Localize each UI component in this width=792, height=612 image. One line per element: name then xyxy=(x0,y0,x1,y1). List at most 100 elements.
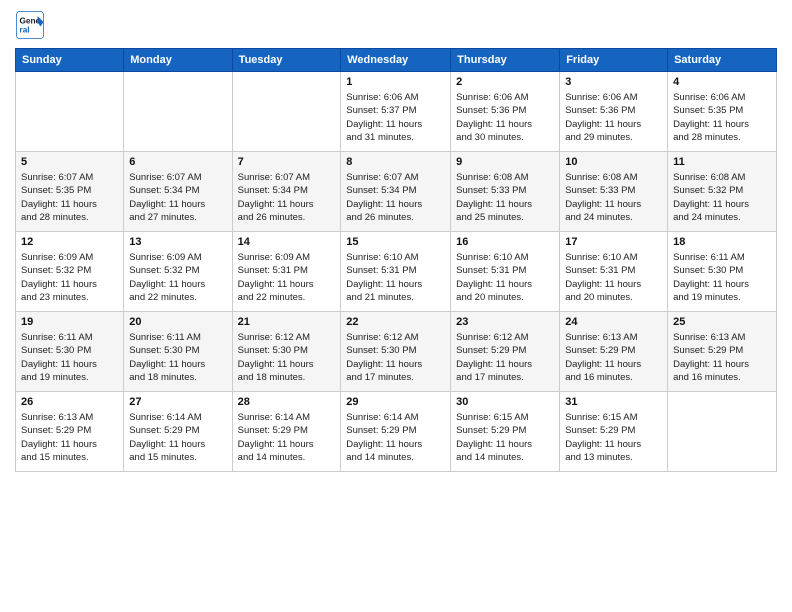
weekday-header-cell: Saturday xyxy=(668,49,777,72)
calendar-week-row: 5 Sunrise: 6:07 AM Sunset: 5:35 PM Daylig… xyxy=(16,152,777,232)
day-info: Sunrise: 6:10 AM Sunset: 5:31 PM Dayligh… xyxy=(346,251,445,304)
day-info: Sunrise: 6:06 AM Sunset: 5:36 PM Dayligh… xyxy=(456,91,554,144)
day-info: Sunrise: 6:10 AM Sunset: 5:31 PM Dayligh… xyxy=(456,251,554,304)
day-info: Sunrise: 6:09 AM Sunset: 5:32 PM Dayligh… xyxy=(21,251,118,304)
day-number: 21 xyxy=(238,316,336,328)
calendar-cell: 8 Sunrise: 6:07 AM Sunset: 5:34 PM Daylig… xyxy=(341,152,451,232)
calendar-cell: 2Sunrise: 6:06 AM Sunset: 5:36 PM Daylig… xyxy=(451,72,560,152)
header: Gene ral xyxy=(15,10,777,40)
day-info: Sunrise: 6:11 AM Sunset: 5:30 PM Dayligh… xyxy=(673,251,771,304)
day-number: 4 xyxy=(673,76,771,88)
day-info: Sunrise: 6:07 AM Sunset: 5:35 PM Dayligh… xyxy=(21,171,118,224)
calendar-cell: 12 Sunrise: 6:09 AM Sunset: 5:32 PM Dayli… xyxy=(16,232,124,312)
day-number: 18 xyxy=(673,236,771,248)
calendar-cell: 16 Sunrise: 6:10 AM Sunset: 5:31 PM Dayli… xyxy=(451,232,560,312)
calendar-cell: 22 Sunrise: 6:12 AM Sunset: 5:30 PM Dayli… xyxy=(341,312,451,392)
calendar-cell: 18 Sunrise: 6:11 AM Sunset: 5:30 PM Dayli… xyxy=(668,232,777,312)
day-info: Sunrise: 6:09 AM Sunset: 5:31 PM Dayligh… xyxy=(238,251,336,304)
day-info: Sunrise: 6:07 AM Sunset: 5:34 PM Dayligh… xyxy=(346,171,445,224)
day-info: Sunrise: 6:15 AM Sunset: 5:29 PM Dayligh… xyxy=(456,411,554,464)
day-number: 22 xyxy=(346,316,445,328)
weekday-header-cell: Monday xyxy=(124,49,232,72)
calendar-cell: 1Sunrise: 6:06 AM Sunset: 5:37 PM Daylig… xyxy=(341,72,451,152)
day-number: 8 xyxy=(346,156,445,168)
calendar-body: 1Sunrise: 6:06 AM Sunset: 5:37 PM Daylig… xyxy=(16,72,777,472)
day-info: Sunrise: 6:11 AM Sunset: 5:30 PM Dayligh… xyxy=(129,331,226,384)
day-number: 5 xyxy=(21,156,118,168)
weekday-header-cell: Wednesday xyxy=(341,49,451,72)
day-info: Sunrise: 6:13 AM Sunset: 5:29 PM Dayligh… xyxy=(565,331,662,384)
calendar-cell: 17 Sunrise: 6:10 AM Sunset: 5:31 PM Dayli… xyxy=(560,232,668,312)
calendar-cell: 30 Sunrise: 6:15 AM Sunset: 5:29 PM Dayli… xyxy=(451,392,560,472)
day-number: 25 xyxy=(673,316,771,328)
weekday-header-cell: Tuesday xyxy=(232,49,341,72)
svg-text:Gene: Gene xyxy=(20,17,41,26)
logo-icon: Gene ral xyxy=(15,10,45,40)
day-info: Sunrise: 6:08 AM Sunset: 5:33 PM Dayligh… xyxy=(456,171,554,224)
day-number: 11 xyxy=(673,156,771,168)
day-info: Sunrise: 6:14 AM Sunset: 5:29 PM Dayligh… xyxy=(238,411,336,464)
calendar-cell: 14Sunrise: 6:09 AM Sunset: 5:31 PM Dayli… xyxy=(232,232,341,312)
calendar-cell: 20 Sunrise: 6:11 AM Sunset: 5:30 PM Dayli… xyxy=(124,312,232,392)
day-info: Sunrise: 6:06 AM Sunset: 5:37 PM Dayligh… xyxy=(346,91,445,144)
calendar-cell: 10 Sunrise: 6:08 AM Sunset: 5:33 PM Dayli… xyxy=(560,152,668,232)
page-container: Gene ral SundayMondayTuesdayWednesdayThu… xyxy=(0,0,792,482)
day-info: Sunrise: 6:11 AM Sunset: 5:30 PM Dayligh… xyxy=(21,331,118,384)
calendar-cell xyxy=(232,72,341,152)
calendar-cell: 4 Sunrise: 6:06 AM Sunset: 5:35 PM Daylig… xyxy=(668,72,777,152)
day-number: 16 xyxy=(456,236,554,248)
calendar-cell xyxy=(16,72,124,152)
day-number: 27 xyxy=(129,396,226,408)
weekday-header-row: SundayMondayTuesdayWednesdayThursdayFrid… xyxy=(16,49,777,72)
day-info: Sunrise: 6:13 AM Sunset: 5:29 PM Dayligh… xyxy=(673,331,771,384)
calendar-cell: 25 Sunrise: 6:13 AM Sunset: 5:29 PM Dayli… xyxy=(668,312,777,392)
calendar-week-row: 12 Sunrise: 6:09 AM Sunset: 5:32 PM Dayli… xyxy=(16,232,777,312)
day-number: 23 xyxy=(456,316,554,328)
day-number: 13 xyxy=(129,236,226,248)
calendar-cell: 23 Sunrise: 6:12 AM Sunset: 5:29 PM Dayli… xyxy=(451,312,560,392)
day-info: Sunrise: 6:10 AM Sunset: 5:31 PM Dayligh… xyxy=(565,251,662,304)
day-info: Sunrise: 6:08 AM Sunset: 5:33 PM Dayligh… xyxy=(565,171,662,224)
day-number: 17 xyxy=(565,236,662,248)
calendar-cell xyxy=(124,72,232,152)
calendar-cell: 7Sunrise: 6:07 AM Sunset: 5:34 PM Daylig… xyxy=(232,152,341,232)
calendar-cell: 24 Sunrise: 6:13 AM Sunset: 5:29 PM Dayli… xyxy=(560,312,668,392)
calendar-cell: 6Sunrise: 6:07 AM Sunset: 5:34 PM Daylig… xyxy=(124,152,232,232)
calendar-cell: 11 Sunrise: 6:08 AM Sunset: 5:32 PM Dayli… xyxy=(668,152,777,232)
day-info: Sunrise: 6:14 AM Sunset: 5:29 PM Dayligh… xyxy=(346,411,445,464)
calendar-week-row: 19 Sunrise: 6:11 AM Sunset: 5:30 PM Dayli… xyxy=(16,312,777,392)
calendar-cell: 15 Sunrise: 6:10 AM Sunset: 5:31 PM Dayli… xyxy=(341,232,451,312)
day-number: 31 xyxy=(565,396,662,408)
day-number: 30 xyxy=(456,396,554,408)
day-number: 7 xyxy=(238,156,336,168)
day-info: Sunrise: 6:12 AM Sunset: 5:30 PM Dayligh… xyxy=(238,331,336,384)
day-info: Sunrise: 6:12 AM Sunset: 5:29 PM Dayligh… xyxy=(456,331,554,384)
calendar-cell: 13 Sunrise: 6:09 AM Sunset: 5:32 PM Dayli… xyxy=(124,232,232,312)
day-number: 24 xyxy=(565,316,662,328)
day-number: 20 xyxy=(129,316,226,328)
day-number: 29 xyxy=(346,396,445,408)
weekday-header-cell: Sunday xyxy=(16,49,124,72)
day-info: Sunrise: 6:08 AM Sunset: 5:32 PM Dayligh… xyxy=(673,171,771,224)
calendar-cell: 29 Sunrise: 6:14 AM Sunset: 5:29 PM Dayli… xyxy=(341,392,451,472)
day-number: 12 xyxy=(21,236,118,248)
day-info: Sunrise: 6:06 AM Sunset: 5:35 PM Dayligh… xyxy=(673,91,771,144)
day-info: Sunrise: 6:12 AM Sunset: 5:30 PM Dayligh… xyxy=(346,331,445,384)
day-number: 15 xyxy=(346,236,445,248)
calendar-cell: 26Sunrise: 6:13 AM Sunset: 5:29 PM Dayli… xyxy=(16,392,124,472)
calendar-cell: 3Sunrise: 6:06 AM Sunset: 5:36 PM Daylig… xyxy=(560,72,668,152)
weekday-header-cell: Friday xyxy=(560,49,668,72)
calendar-cell: 21 Sunrise: 6:12 AM Sunset: 5:30 PM Dayli… xyxy=(232,312,341,392)
calendar-cell: 27Sunrise: 6:14 AM Sunset: 5:29 PM Dayli… xyxy=(124,392,232,472)
calendar-cell xyxy=(668,392,777,472)
calendar-week-row: 26Sunrise: 6:13 AM Sunset: 5:29 PM Dayli… xyxy=(16,392,777,472)
day-info: Sunrise: 6:06 AM Sunset: 5:36 PM Dayligh… xyxy=(565,91,662,144)
day-number: 19 xyxy=(21,316,118,328)
day-info: Sunrise: 6:15 AM Sunset: 5:29 PM Dayligh… xyxy=(565,411,662,464)
calendar-cell: 31 Sunrise: 6:15 AM Sunset: 5:29 PM Dayli… xyxy=(560,392,668,472)
day-number: 28 xyxy=(238,396,336,408)
day-info: Sunrise: 6:09 AM Sunset: 5:32 PM Dayligh… xyxy=(129,251,226,304)
calendar-cell: 28 Sunrise: 6:14 AM Sunset: 5:29 PM Dayli… xyxy=(232,392,341,472)
day-number: 10 xyxy=(565,156,662,168)
calendar-cell: 19 Sunrise: 6:11 AM Sunset: 5:30 PM Dayli… xyxy=(16,312,124,392)
